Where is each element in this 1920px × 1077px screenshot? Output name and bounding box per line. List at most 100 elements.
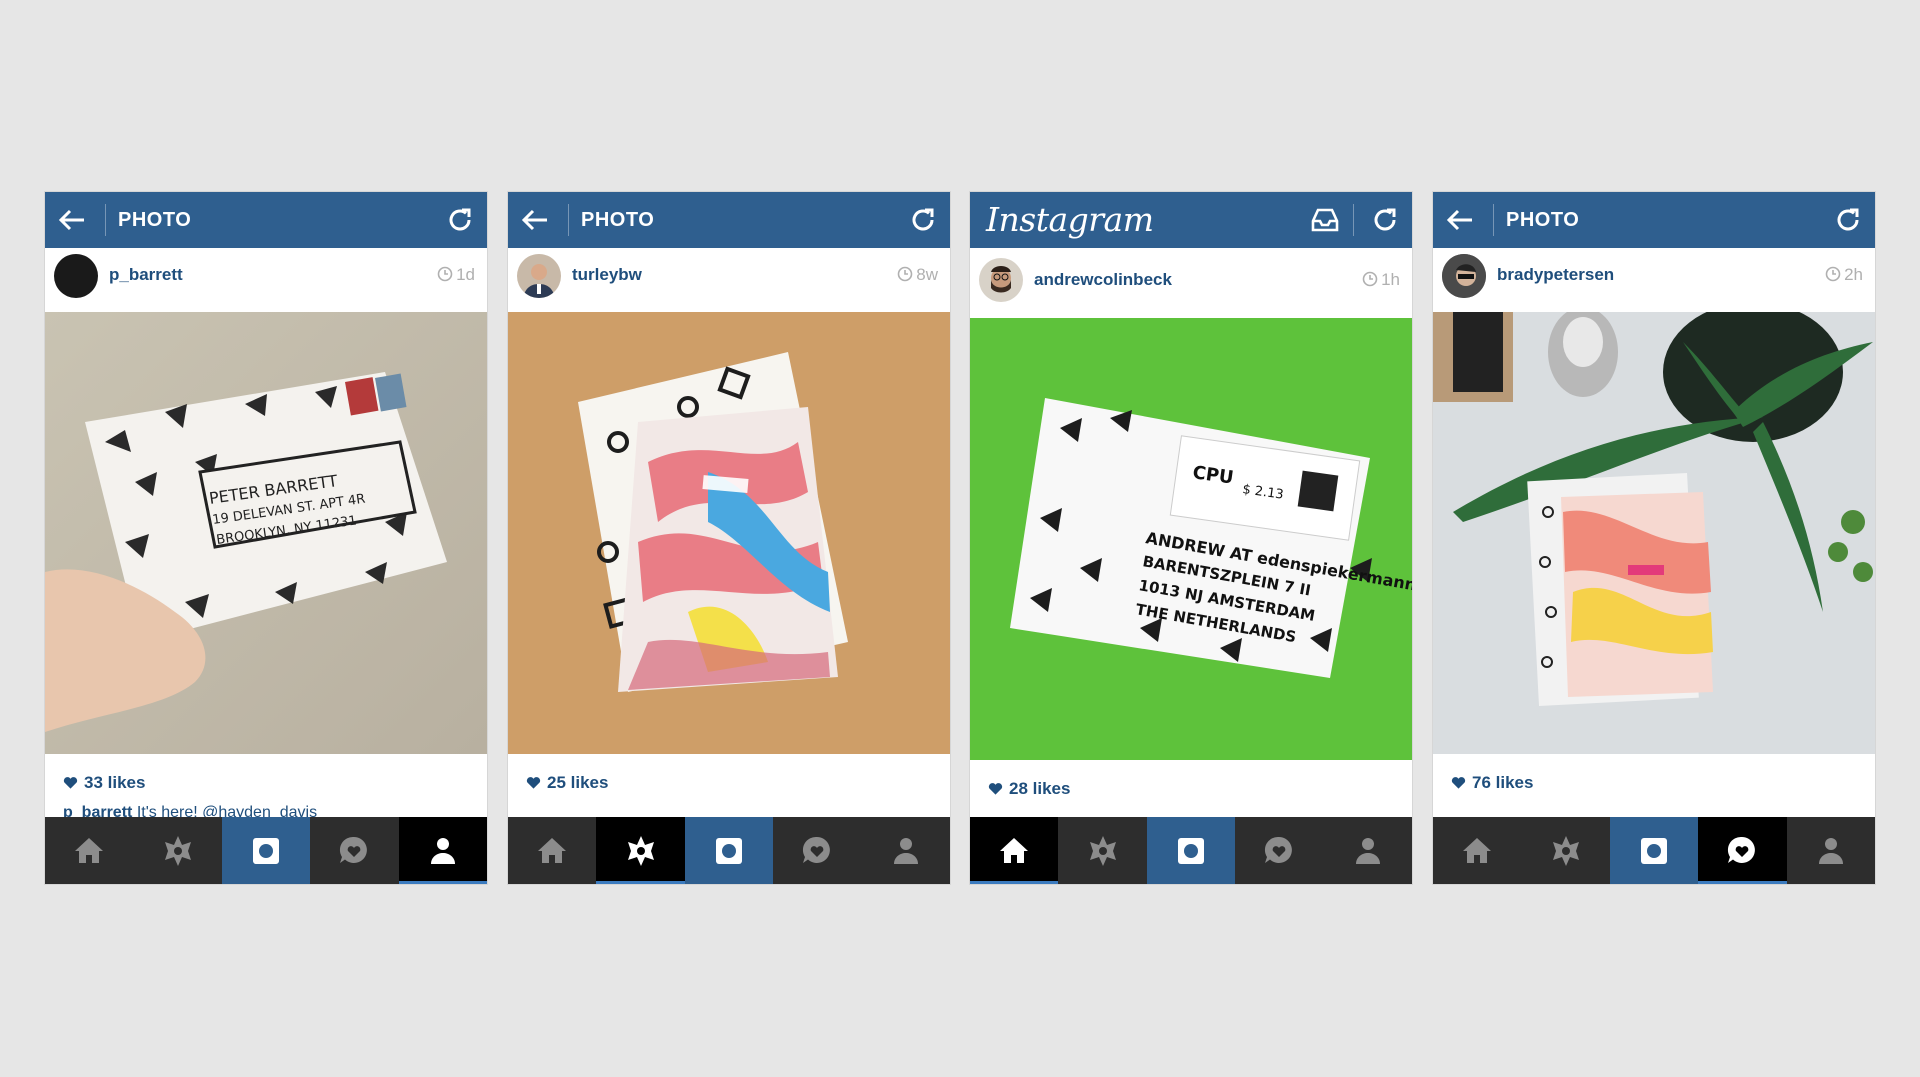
back-arrow-icon[interactable]	[1445, 206, 1475, 234]
heart-icon	[988, 783, 1003, 795]
likes-count[interactable]: 33 likes	[63, 773, 145, 793]
phone-screen-3: Instagram andrewcolinbeck 1h CPU $ 2.13 …	[970, 192, 1412, 884]
post-photo[interactable]	[508, 312, 950, 754]
tab-activity[interactable]	[310, 817, 398, 884]
bottom-tab-bar	[45, 817, 487, 884]
phone-screen-4: PHOTO bradypetersen 2h 76 likes	[1433, 192, 1875, 884]
post-photo[interactable]: CPU $ 2.13 ANDREW AT edenspiekermann BAR…	[970, 318, 1412, 760]
likes-count[interactable]: 28 likes	[988, 779, 1070, 799]
activity-icon	[340, 836, 368, 863]
tab-profile[interactable]	[398, 817, 487, 884]
tab-profile[interactable]	[1324, 817, 1412, 884]
profile-icon	[893, 837, 918, 864]
camera-icon	[716, 837, 743, 864]
heart-icon	[526, 777, 541, 789]
likes-label: 76 likes	[1472, 773, 1534, 792]
avatar-photo	[1442, 254, 1486, 298]
post-photo[interactable]: PETER BARRETT 19 DELEVAN ST. APT 4R BROO…	[45, 312, 487, 754]
page-title: PHOTO	[118, 209, 192, 231]
camera-icon	[1178, 837, 1205, 864]
photo-envelope-hand: PETER BARRETT 19 DELEVAN ST. APT 4R BROO…	[45, 312, 487, 754]
post-header: turleybw 8w	[508, 248, 950, 304]
likes-count[interactable]: 76 likes	[1451, 773, 1533, 793]
post-time: 8w	[897, 265, 938, 285]
tab-profile[interactable]	[862, 817, 950, 884]
post-time: 1d	[437, 265, 475, 285]
bottom-tab-bar	[1433, 817, 1875, 884]
post-header: bradypetersen 2h	[1433, 248, 1875, 304]
avatar[interactable]	[54, 254, 98, 298]
bottom-tab-bar	[970, 817, 1412, 884]
tab-camera[interactable]	[221, 817, 311, 884]
refresh-icon[interactable]	[908, 205, 938, 235]
refresh-icon[interactable]	[445, 205, 475, 235]
tab-explore[interactable]	[133, 817, 221, 884]
tab-home[interactable]	[970, 817, 1059, 884]
photo-marbled-card	[508, 312, 950, 754]
back-arrow-icon[interactable]	[520, 206, 550, 234]
username[interactable]: bradypetersen	[1497, 265, 1614, 285]
phone-screen-2: PHOTO turleybw 8w 25 likes	[508, 192, 950, 884]
top-bar: PHOTO	[45, 192, 487, 248]
header-divider	[1353, 204, 1354, 236]
explore-icon	[1549, 835, 1584, 866]
heart-icon	[1451, 777, 1466, 789]
likes-label: 25 likes	[547, 773, 609, 792]
post-time: 2h	[1825, 265, 1863, 285]
tab-home[interactable]	[45, 817, 133, 884]
clock-icon	[1825, 266, 1841, 282]
header-divider	[568, 204, 569, 236]
refresh-icon[interactable]	[1833, 205, 1863, 235]
tab-explore[interactable]	[596, 817, 686, 884]
home-icon	[75, 837, 104, 863]
tab-camera[interactable]	[684, 817, 774, 884]
username[interactable]: p_barrett	[109, 265, 183, 285]
username[interactable]: andrewcolinbeck	[1034, 270, 1172, 290]
tab-camera[interactable]	[1146, 817, 1236, 884]
post-header: andrewcolinbeck 1h	[970, 248, 1412, 310]
profile-icon	[1355, 837, 1380, 864]
username[interactable]: turleybw	[572, 265, 642, 285]
tab-explore[interactable]	[1521, 817, 1609, 884]
post-photo[interactable]	[1433, 312, 1875, 754]
likes-label: 28 likes	[1009, 779, 1071, 798]
post-time-label: 8w	[916, 265, 938, 284]
activity-icon	[1728, 836, 1756, 863]
camera-icon	[1641, 837, 1668, 864]
photo-envelope-green: CPU $ 2.13 ANDREW AT edenspiekermann BAR…	[970, 318, 1412, 760]
tab-home[interactable]	[508, 817, 596, 884]
back-arrow-icon[interactable]	[57, 206, 87, 234]
explore-icon	[624, 835, 659, 866]
post-time: 1h	[1362, 270, 1400, 290]
header-divider	[1493, 204, 1494, 236]
bottom-tab-bar	[508, 817, 950, 884]
home-icon	[1463, 837, 1492, 863]
tab-camera[interactable]	[1609, 817, 1699, 884]
clock-icon	[897, 266, 913, 282]
avatar[interactable]	[1442, 254, 1486, 298]
activity-icon	[803, 836, 831, 863]
tab-activity[interactable]	[1235, 817, 1323, 884]
top-bar: Instagram	[970, 192, 1412, 248]
header-divider	[105, 204, 106, 236]
likes-count[interactable]: 25 likes	[526, 773, 608, 793]
tab-activity[interactable]	[1698, 817, 1788, 884]
tab-activity[interactable]	[773, 817, 861, 884]
tab-explore[interactable]	[1058, 817, 1146, 884]
tab-home[interactable]	[1433, 817, 1521, 884]
avatar[interactable]	[979, 258, 1023, 302]
page-title: PHOTO	[581, 209, 655, 231]
avatar[interactable]	[517, 254, 561, 298]
phone-screen-1: PHOTO p_barrett 1d PETER BARRETT 19 DELE…	[45, 192, 487, 884]
avatar-photo	[991, 266, 1011, 293]
clock-icon	[1362, 271, 1378, 287]
home-icon	[1000, 837, 1029, 863]
explore-icon	[1086, 835, 1121, 866]
profile-icon	[430, 837, 455, 864]
inbox-icon[interactable]	[1310, 206, 1340, 234]
avatar-photo	[523, 264, 555, 298]
photo-plant-cards	[1433, 312, 1875, 754]
post-header: p_barrett 1d	[45, 248, 487, 304]
tab-profile[interactable]	[1787, 817, 1875, 884]
refresh-icon[interactable]	[1370, 205, 1400, 235]
